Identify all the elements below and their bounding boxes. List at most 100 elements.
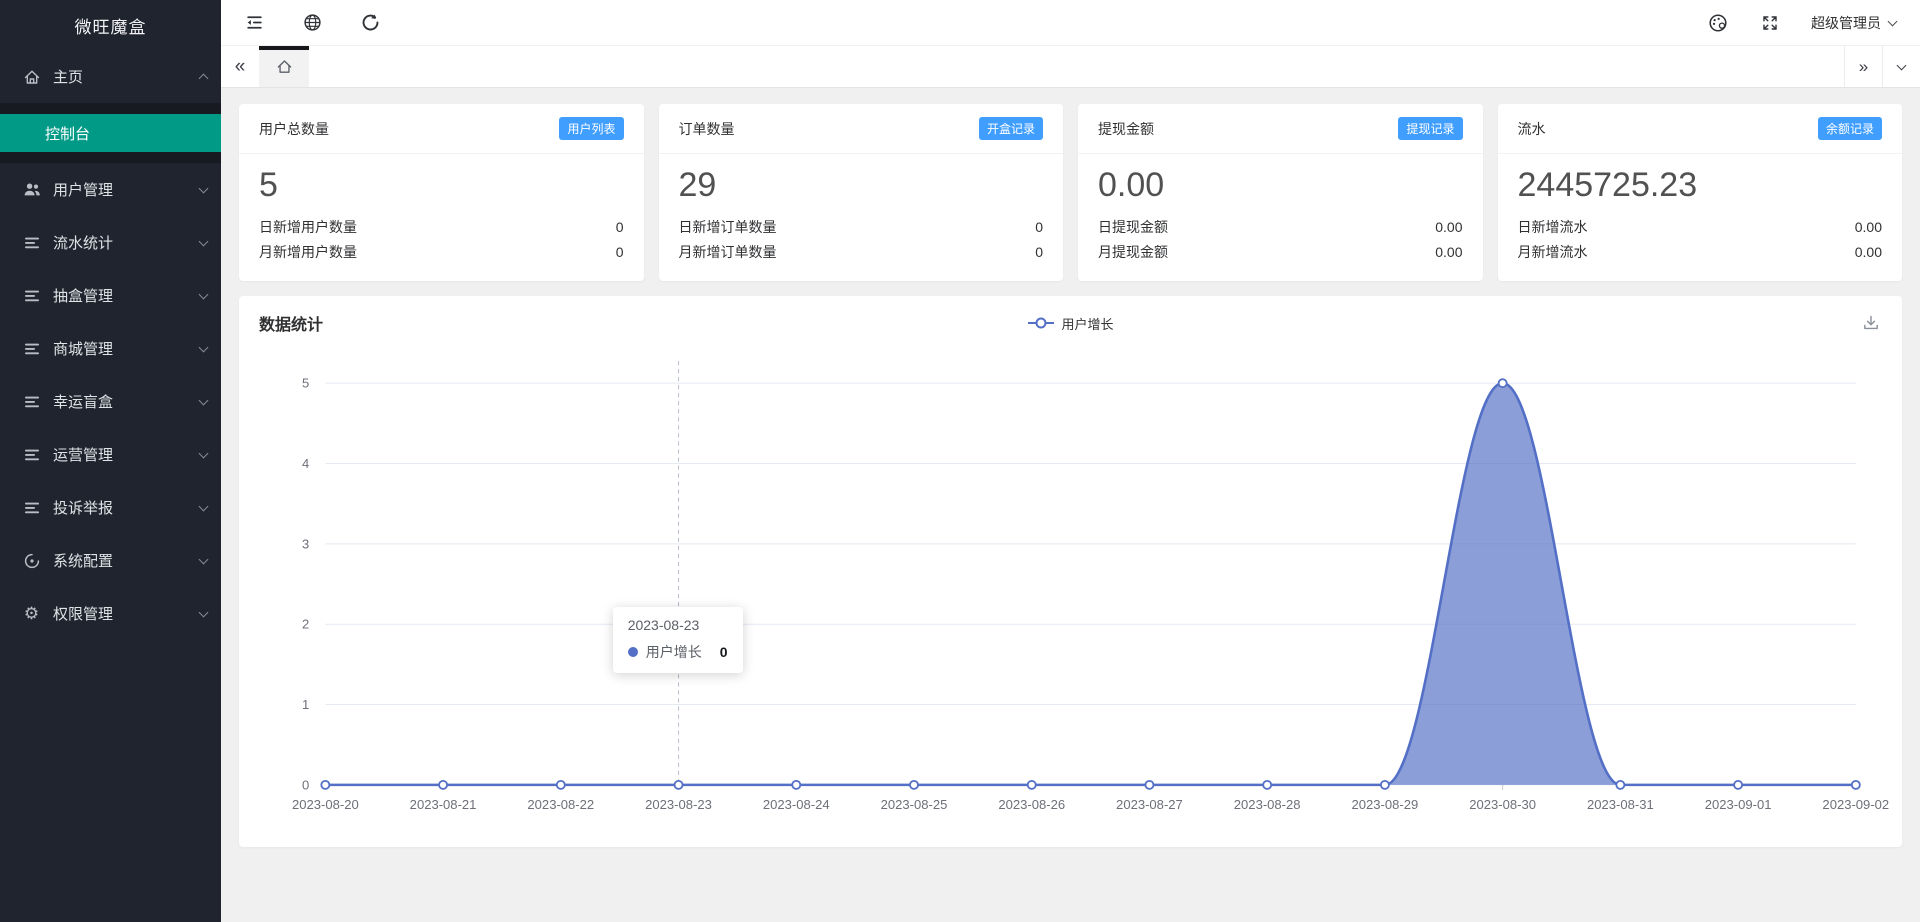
row-value: 0.00	[1435, 215, 1462, 240]
row-label: 日新增订单数量	[679, 215, 777, 240]
sidebar-item-operations[interactable]: 运营管理	[0, 428, 221, 481]
card-value: 2445725.23	[1518, 166, 1883, 205]
chevron-down-icon	[199, 236, 209, 246]
sidebar: 微旺魔盒 主页 控制台 用户管理 流水统计	[0, 0, 221, 922]
card-value: 0.00	[1098, 166, 1463, 205]
chevron-down-icon	[199, 342, 209, 352]
stat-card-orders: 订单数量 开盒记录 29 日新增订单数量0 月新增订单数量0	[659, 104, 1064, 281]
double-chevron-left-icon[interactable]: «	[221, 46, 259, 87]
home-icon	[276, 58, 293, 80]
stat-card-withdrawals: 提现金额 提现记录 0.00 日提现金额0.00 月提现金额0.00	[1078, 104, 1483, 281]
chart-tooltip: 2023-08-23 用户增长 0	[613, 607, 743, 673]
user-dropdown[interactable]: 超级管理员	[1811, 13, 1896, 33]
legend-item-user-growth[interactable]: 用户增长	[1027, 314, 1113, 333]
svg-text:2023-08-30: 2023-08-30	[1469, 797, 1536, 812]
sidebar-submenu-home: 控制台	[0, 103, 221, 163]
svg-text:2023-08-31: 2023-08-31	[1587, 797, 1654, 812]
chevron-down-icon	[199, 183, 209, 193]
svg-text:2023-09-01: 2023-09-01	[1705, 797, 1772, 812]
user-growth-area-chart: 0 1 2 3 4 5 2023-08-20 2023-08-21 2023-08-22 2023…	[247, 341, 1894, 843]
svg-text:2023-08-21: 2023-08-21	[410, 797, 477, 812]
statistics-chart-card: 数据统计 用户增长 0123452023-08-202023-08-212023…	[239, 296, 1902, 847]
svg-text:3: 3	[302, 536, 309, 551]
sidebar-item-label: 权限管理	[53, 603, 200, 624]
sidebar-item-home[interactable]: 主页	[0, 50, 221, 103]
globe-icon[interactable]	[301, 12, 323, 34]
user-label: 超级管理员	[1811, 13, 1881, 33]
sidebar-subitem-label: 控制台	[45, 123, 90, 144]
card-title: 提现金额	[1098, 119, 1154, 139]
svg-text:4: 4	[302, 456, 309, 471]
sidebar-subitem-console[interactable]: 控制台	[0, 114, 221, 152]
tab-home[interactable]	[259, 46, 309, 87]
tooltip-date: 2023-08-23	[628, 617, 728, 633]
sidebar-item-complaints[interactable]: 投诉举报	[0, 481, 221, 534]
sidebar-item-system-config[interactable]: 系统配置	[0, 534, 221, 587]
svg-text:2023-08-22: 2023-08-22	[527, 797, 594, 812]
sidebar-item-label: 抽盒管理	[53, 285, 200, 306]
sidebar-item-lucky-box[interactable]: 幸运盲盒	[0, 375, 221, 428]
list-icon	[22, 498, 41, 517]
palette-icon[interactable]	[1707, 12, 1729, 34]
user-list-badge[interactable]: 用户列表	[559, 117, 623, 140]
card-title: 流水	[1518, 119, 1546, 139]
double-chevron-right-icon[interactable]: »	[1844, 46, 1882, 87]
svg-text:2023-09-02: 2023-09-02	[1822, 797, 1889, 812]
row-label: 月新增用户数量	[259, 240, 357, 265]
chevron-down-icon	[1888, 16, 1898, 26]
stat-card-users: 用户总数量 用户列表 5 日新增用户数量0 月新增用户数量0	[239, 104, 644, 281]
sidebar-item-label: 运营管理	[53, 444, 200, 465]
sidebar-item-box-management[interactable]: 抽盒管理	[0, 269, 221, 322]
download-icon[interactable]	[1860, 312, 1882, 334]
svg-text:1: 1	[302, 697, 309, 712]
row-label: 日新增流水	[1518, 215, 1588, 240]
row-label: 日新增用户数量	[259, 215, 357, 240]
fullscreen-icon[interactable]	[1759, 12, 1781, 34]
svg-text:2023-08-28: 2023-08-28	[1234, 797, 1301, 812]
tooltip-value: 0	[720, 644, 728, 660]
open-box-records-badge[interactable]: 开盒记录	[979, 117, 1043, 140]
menu-fold-icon[interactable]	[243, 12, 265, 34]
sidebar-item-flow-stats[interactable]: 流水统计	[0, 216, 221, 269]
row-value: 0.00	[1855, 215, 1882, 240]
list-icon	[22, 445, 41, 464]
svg-text:2: 2	[302, 617, 309, 632]
tabbar: « »	[221, 46, 1920, 88]
svg-text:2023-08-20: 2023-08-20	[292, 797, 359, 812]
card-title: 用户总数量	[259, 119, 329, 139]
sidebar-item-user-management[interactable]: 用户管理	[0, 163, 221, 216]
refresh-icon[interactable]	[359, 12, 381, 34]
row-value: 0.00	[1855, 240, 1882, 265]
sidebar-item-mall-management[interactable]: 商城管理	[0, 322, 221, 375]
sidebar-item-label: 系统配置	[53, 550, 200, 571]
list-icon	[22, 233, 41, 252]
svg-text:2023-08-25: 2023-08-25	[881, 797, 948, 812]
home-icon	[22, 67, 41, 86]
svg-text:2023-08-24: 2023-08-24	[763, 797, 830, 812]
row-label: 月新增订单数量	[679, 240, 777, 265]
balance-records-badge[interactable]: 余额记录	[1818, 117, 1882, 140]
sidebar-item-label: 幸运盲盒	[53, 391, 200, 412]
stat-card-row: 用户总数量 用户列表 5 日新增用户数量0 月新增用户数量0 订单数量 开盒记录…	[239, 104, 1902, 281]
sidebar-item-label: 投诉举报	[53, 497, 200, 518]
svg-text:0: 0	[302, 777, 309, 792]
svg-text:5: 5	[302, 376, 309, 391]
withdrawal-records-badge[interactable]: 提现记录	[1398, 117, 1462, 140]
tab-menu-chevron-down-icon[interactable]	[1882, 46, 1920, 87]
sidebar-item-permissions[interactable]: ⚙ 权限管理	[0, 587, 221, 640]
topbar: 超级管理员	[221, 0, 1920, 46]
chevron-down-icon	[199, 395, 209, 405]
row-label: 月提现金额	[1098, 240, 1168, 265]
chevron-up-icon	[199, 74, 209, 84]
content-area: 用户总数量 用户列表 5 日新增用户数量0 月新增用户数量0 订单数量 开盒记录…	[221, 88, 1920, 922]
sidebar-menu: 主页 控制台 用户管理 流水统计 抽盒管理	[0, 50, 221, 640]
row-value: 0	[1035, 240, 1043, 265]
chart-plot-area[interactable]: 0 1 2 3 4 5 2023-08-20 2023-08-21 2023-08-22 2023…	[239, 339, 1902, 847]
card-title: 订单数量	[679, 119, 735, 139]
svg-text:2023-08-29: 2023-08-29	[1352, 797, 1419, 812]
chevron-down-icon	[199, 448, 209, 458]
row-value: 0	[1035, 215, 1043, 240]
chevron-down-icon	[199, 607, 209, 617]
sidebar-item-label: 流水统计	[53, 232, 200, 253]
list-icon	[22, 286, 41, 305]
